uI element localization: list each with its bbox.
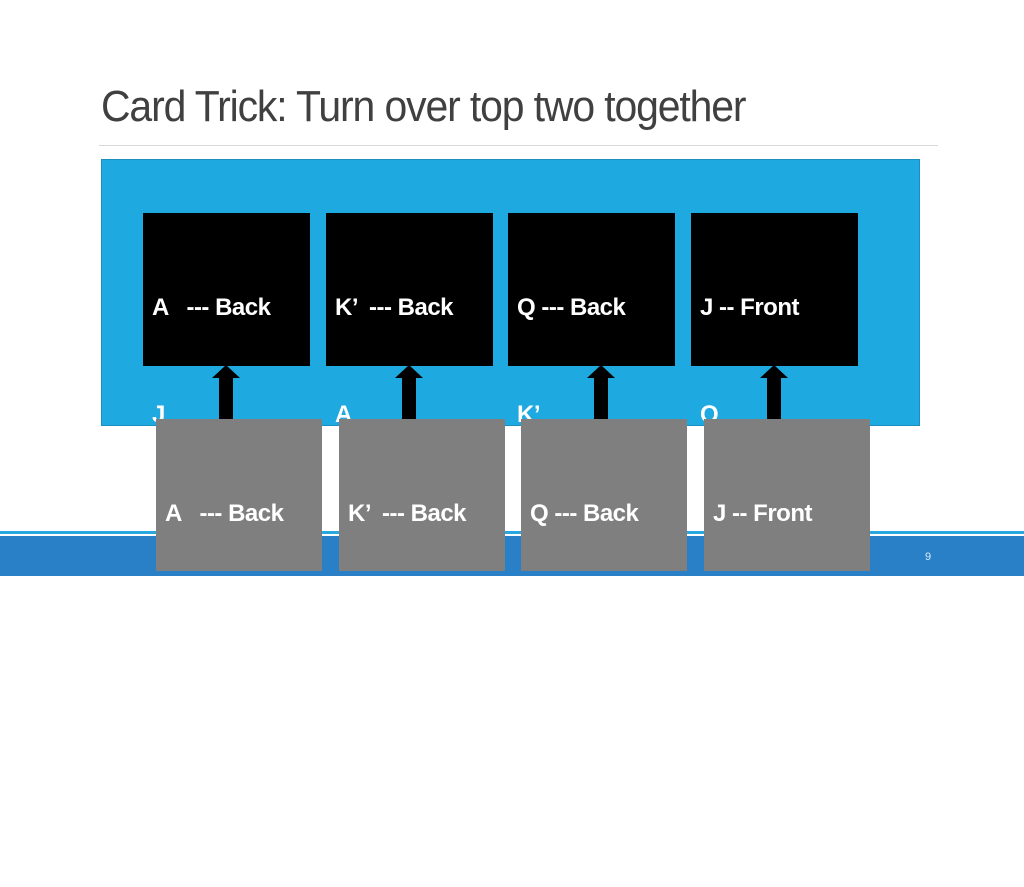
card-line: Q xyxy=(713,606,732,634)
before-pile-3: Q --- Back K’ A J --- Front xyxy=(521,419,687,847)
arrow-up-icon xyxy=(760,365,788,420)
card-line: J --- Front xyxy=(530,819,637,847)
page-number: 9 xyxy=(925,551,932,563)
card-line: K’ --- Front xyxy=(165,819,287,847)
card-line: Q --- Front xyxy=(348,819,460,847)
card-line: A xyxy=(348,606,365,634)
card-line: A --- Back xyxy=(152,294,271,321)
title-divider xyxy=(99,145,938,146)
before-pile-1: A --- Back J Q K’ --- Front xyxy=(156,419,322,847)
card-line: A xyxy=(530,713,547,740)
card-line: A --- Back xyxy=(165,500,284,527)
card-line: K’ --- Back xyxy=(348,500,467,527)
after-pile-2: K’ --- Back A Q’ J’ --- Front xyxy=(326,213,493,641)
card-line: K’ --- Back xyxy=(335,294,454,321)
before-pile-4: J -- Front Q K’ A --- Back xyxy=(704,419,870,847)
card-line: K’ xyxy=(713,713,737,740)
card-line: A --- Back xyxy=(713,819,826,847)
before-pile-2: K’ --- Back A J Q --- Front xyxy=(339,419,505,847)
card-line: J -- Front xyxy=(713,500,812,527)
arrow-up-icon xyxy=(587,365,615,420)
after-pile-1: A --- Back J K Q’ --- Front xyxy=(143,213,310,641)
after-pile-4: J -- Front Q A’ K --- Back xyxy=(691,213,858,641)
after-pile-3: Q --- Back K’ J’ A’ --- Front xyxy=(508,213,675,641)
arrow-up-icon xyxy=(212,365,240,420)
card-line: K’ xyxy=(530,606,554,634)
card-line: Q xyxy=(165,713,184,740)
card-line: Q --- Back xyxy=(530,500,639,527)
footer-bar xyxy=(0,536,1024,576)
card-line: J -- Front xyxy=(700,294,799,321)
slide-title: Card Trick: Turn over top two together xyxy=(101,82,747,131)
card-line: J xyxy=(348,713,361,740)
card-line: Q --- Back xyxy=(517,294,626,321)
card-line: J xyxy=(165,606,178,634)
footer-accent-line xyxy=(0,531,1024,534)
arrow-up-icon xyxy=(395,365,423,420)
